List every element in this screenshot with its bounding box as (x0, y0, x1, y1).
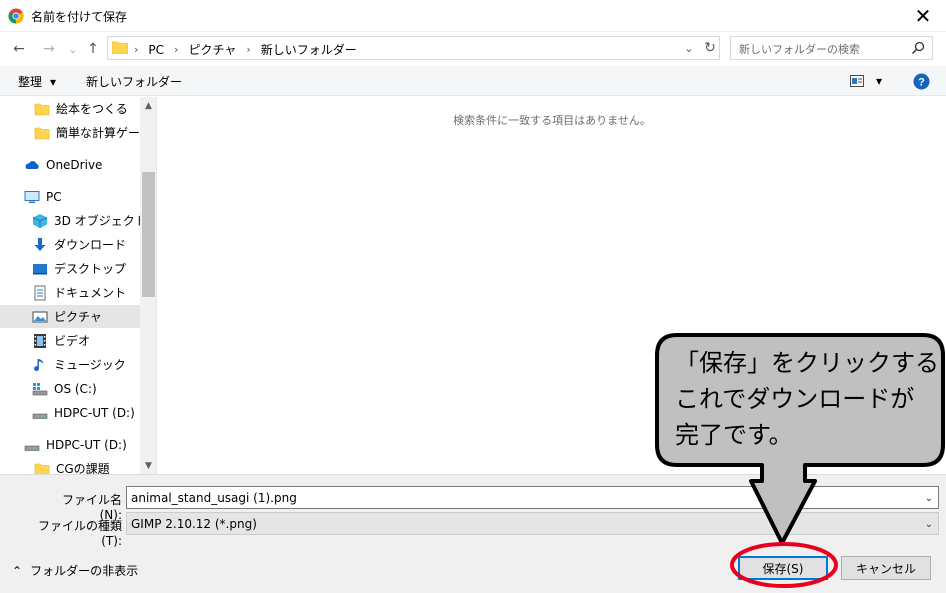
new-folder-button[interactable]: 新しいフォルダー (86, 73, 182, 90)
nav-item-onedrive[interactable]: OneDrive (0, 153, 140, 176)
documents-icon (34, 285, 46, 300)
nav-item-label: 絵本をつくる (56, 102, 128, 116)
back-arrow-icon: ← (13, 41, 25, 57)
scroll-up-icon[interactable]: ▲ (140, 97, 156, 114)
nav-item-downloads[interactable]: ダウンロード (0, 233, 140, 256)
chevron-down-icon: ⌄ (68, 42, 78, 56)
nav-item-label: ピクチャ (54, 310, 102, 324)
up-arrow-icon: ↑ (87, 41, 99, 57)
callout-line: これでダウンロードが (675, 385, 915, 413)
folder-icon (34, 127, 50, 139)
change-view-button[interactable]: ▾ (850, 73, 890, 89)
organize-label: 整理 (18, 75, 43, 89)
command-bar: 整理 ▾ 新しいフォルダー ▾ ? (0, 66, 946, 96)
folder-icon (34, 463, 50, 474)
callout-line: 「保存」をクリックする (675, 349, 939, 377)
nav-item-label: OneDrive (46, 157, 103, 172)
callout-text: 「保存」をクリックする これでダウンロードが 完了です。 (675, 345, 939, 453)
nav-item-pictures[interactable]: ピクチャ (0, 305, 140, 328)
scroll-down-icon[interactable]: ▼ (140, 457, 156, 474)
address-history-chevron-icon[interactable]: ⌄ (682, 41, 696, 55)
nav-item-cg-kadai[interactable]: CGの課題 (0, 457, 140, 474)
breadcrumb-pc[interactable]: PC (148, 43, 164, 57)
nav-item-label: ダウンロード (54, 238, 127, 252)
folder-icon (34, 103, 50, 115)
dropdown-arrow-icon: ▾ (50, 74, 57, 89)
dropdown-arrow-icon: ▾ (876, 74, 883, 88)
highlight-circle (730, 542, 838, 588)
download-icon (34, 237, 46, 251)
nav-item-label: OS (C:) (54, 381, 97, 396)
drive-icon (32, 413, 48, 419)
video-icon (34, 333, 46, 348)
pictures-icon (32, 311, 48, 322)
pc-icon (24, 190, 40, 203)
chevron-up-icon: ⌃ (12, 563, 23, 578)
refresh-icon[interactable]: ↻ (702, 39, 718, 57)
scroll-thumb[interactable] (142, 172, 155, 297)
breadcrumb-pictures[interactable]: ピクチャ (188, 41, 236, 58)
forward-arrow-icon: → (43, 41, 55, 57)
svg-text:?: ? (918, 77, 925, 89)
navigation-pane: 絵本をつくる 簡単な計算ゲーム OneDrive PC 3D オブジェクト ダウ… (0, 97, 157, 474)
filetype-value: GIMP 2.10.12 (*.png) (131, 517, 257, 531)
nav-scrollbar[interactable]: ▲ ▼ (140, 97, 156, 474)
nav-item-hdpc-drive[interactable]: HDPC-UT (D:) (0, 401, 140, 424)
search-icon[interactable] (911, 41, 925, 55)
breadcrumb-new-folder[interactable]: 新しいフォルダー (261, 41, 357, 58)
title-bar: 名前を付けて保存 ✕ (0, 0, 946, 32)
folder-icon (112, 41, 128, 54)
cancel-button[interactable]: キャンセル (841, 556, 931, 580)
breadcrumb: › PC › ピクチャ › 新しいフォルダー (134, 41, 357, 58)
music-icon (34, 358, 44, 371)
breadcrumb-separator-icon: › (134, 43, 139, 56)
desktop-icon (33, 263, 47, 274)
hide-folders-label: フォルダーの非表示 (30, 564, 139, 578)
drive-icon (24, 445, 40, 451)
nav-item-ehon[interactable]: 絵本をつくる (0, 97, 140, 120)
recent-locations-button[interactable]: ⌄ (62, 38, 84, 60)
nav-item-label: ミュージック (54, 358, 126, 372)
nav-item-hdpc-root[interactable]: HDPC-UT (D:) (0, 433, 140, 456)
nav-item-documents[interactable]: ドキュメント (0, 281, 140, 304)
view-details-icon (850, 75, 864, 87)
nav-item-os-drive[interactable]: OS (C:) (0, 377, 140, 400)
nav-item-videos[interactable]: ビデオ (0, 329, 140, 352)
filetype-label: ファイルの種類(T): (37, 519, 122, 548)
window-title: 名前を付けて保存 (31, 10, 128, 24)
close-button[interactable]: ✕ (900, 0, 946, 32)
breadcrumb-separator-icon: › (246, 43, 251, 56)
search-box[interactable] (730, 36, 933, 60)
breadcrumb-separator-icon: › (174, 43, 179, 56)
nav-item-label: 3D オブジェクト (54, 214, 147, 228)
chrome-icon (8, 8, 24, 24)
search-input[interactable] (739, 41, 899, 57)
nav-item-label: CGの課題 (56, 462, 110, 474)
nav-item-label: ビデオ (54, 334, 91, 348)
nav-item-pc[interactable]: PC (0, 185, 140, 208)
address-bar[interactable]: › PC › ピクチャ › 新しいフォルダー ⌄ ↻ (107, 36, 720, 60)
callout-line: 完了です。 (675, 421, 793, 449)
empty-message: 検索条件に一致する項目はありません。 (453, 114, 651, 127)
back-button[interactable]: ← (8, 38, 30, 60)
onedrive-icon (25, 160, 39, 169)
nav-item-desktop[interactable]: デスクトップ (0, 257, 140, 280)
hide-folders-button[interactable]: ⌃ フォルダーの非表示 (12, 562, 138, 579)
nav-item-label: ドキュメント (54, 286, 127, 300)
forward-button[interactable]: → (38, 38, 60, 60)
3d-objects-icon (32, 213, 48, 228)
nav-item-keisan-game[interactable]: 簡単な計算ゲーム (0, 121, 152, 144)
os-drive-icon (32, 382, 48, 395)
up-button[interactable]: ↑ (82, 38, 104, 60)
nav-item-music[interactable]: ミュージック (0, 353, 140, 376)
nav-item-3d-objects[interactable]: 3D オブジェクト (0, 209, 147, 232)
nav-item-label: PC (46, 189, 62, 204)
nav-item-label: デスクトップ (54, 262, 127, 276)
close-icon: ✕ (914, 4, 932, 28)
help-icon[interactable]: ? (913, 73, 930, 90)
organize-menu-button[interactable]: 整理 ▾ (18, 73, 56, 90)
nav-item-label: HDPC-UT (D:) (54, 405, 135, 420)
nav-item-label: HDPC-UT (D:) (46, 437, 127, 452)
nav-item-label: 簡単な計算ゲーム (56, 126, 152, 140)
